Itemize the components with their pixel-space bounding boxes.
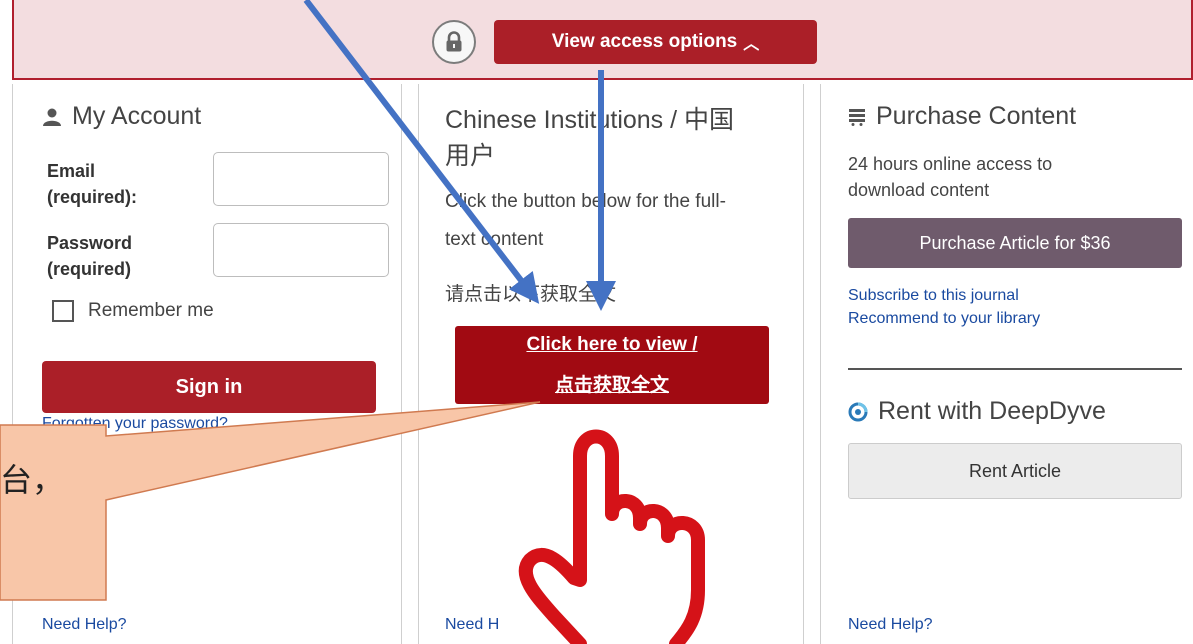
sign-in-button[interactable]: Sign in bbox=[42, 361, 376, 413]
institutions-description-cn: 请点击以下获取全文 bbox=[445, 284, 617, 305]
click-here-to-view-button[interactable]: Click here to view / 点击获取全文 bbox=[455, 326, 769, 404]
subscribe-link[interactable]: Subscribe to this journal bbox=[848, 287, 1019, 305]
password-label: Password (required) bbox=[47, 233, 133, 279]
forgot-password-link[interactable]: Forgotten your password? bbox=[42, 415, 228, 433]
view-button-label-cn: 点击获取全文 bbox=[554, 374, 669, 396]
purchase-heading: Purchase Content bbox=[848, 102, 1076, 131]
rent-article-button[interactable]: Rent Article bbox=[848, 443, 1182, 499]
recommend-link[interactable]: Recommend to your library bbox=[848, 310, 1040, 328]
deepdyve-heading: Rent with DeepDyve bbox=[848, 397, 1106, 426]
need-help-link[interactable]: Need H bbox=[445, 616, 499, 634]
email-label: Email (required): bbox=[47, 161, 137, 207]
password-field[interactable] bbox=[213, 223, 389, 277]
my-account-heading: My Account bbox=[42, 102, 201, 131]
my-account-title: My Account bbox=[72, 102, 202, 130]
person-icon bbox=[43, 108, 61, 126]
view-button-label: Click here to view / bbox=[526, 333, 698, 355]
callout-text: 台， bbox=[0, 461, 65, 499]
deepdyve-icon bbox=[848, 402, 868, 421]
email-field[interactable] bbox=[213, 152, 389, 206]
purchase-content-panel: Purchase Content 24 hours online access … bbox=[820, 84, 1193, 644]
lock-icon bbox=[432, 20, 476, 64]
view-access-options-button[interactable]: View access options ︿ bbox=[494, 20, 817, 64]
purchase-title: Purchase Content bbox=[876, 102, 1077, 130]
activate-link[interactable]: activate? bbox=[111, 435, 175, 453]
access-button-label: View access options bbox=[551, 31, 738, 52]
access-banner: View access options ︿ bbox=[12, 0, 1193, 80]
remember-me-label: Remember me bbox=[88, 300, 214, 321]
need-help-link[interactable]: Need Help? bbox=[848, 616, 933, 634]
cart-icon bbox=[849, 108, 865, 126]
chevron-up-icon: ︿ bbox=[743, 36, 760, 53]
purchase-description: 24 hours online access to download conte… bbox=[848, 154, 1053, 200]
divider bbox=[848, 368, 1182, 370]
need-help-link[interactable]: Need Help? bbox=[42, 616, 127, 634]
deepdyve-title: Rent with DeepDyve bbox=[878, 397, 1106, 425]
remember-me-checkbox[interactable] bbox=[52, 300, 74, 322]
purchase-article-button[interactable]: Purchase Article for $36 bbox=[848, 218, 1182, 268]
chinese-institutions-panel: Chinese Institutions / 中国 用户 Click the b… bbox=[418, 84, 804, 644]
institutions-heading: Chinese Institutions / 中国 用户 bbox=[445, 106, 735, 170]
my-account-panel: My Account Email (required): Password (r… bbox=[12, 84, 402, 644]
institutions-description: Click the button below for the full- tex… bbox=[445, 191, 726, 250]
